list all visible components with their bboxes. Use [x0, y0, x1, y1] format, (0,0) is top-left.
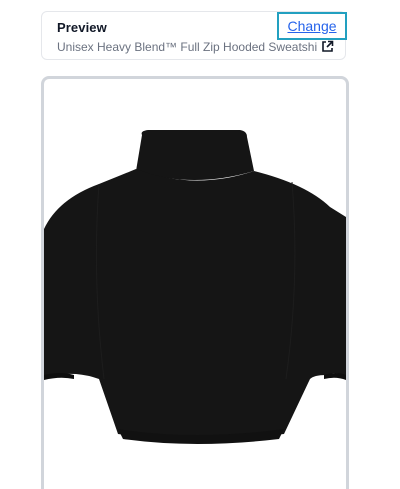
product-name: Unisex Heavy Blend™ Full Zip Hooded Swea…	[57, 40, 317, 54]
change-link[interactable]: Change	[277, 12, 347, 40]
external-link-icon[interactable]	[321, 40, 334, 53]
hoodie-image	[44, 130, 346, 444]
preview-card: Preview Change Unisex Heavy Blend™ Full …	[41, 11, 347, 60]
product-preview-panel: Preview Change Unisex Heavy Blend™ Full …	[0, 0, 400, 489]
product-image-frame	[41, 76, 349, 489]
preview-title: Preview	[57, 20, 107, 35]
